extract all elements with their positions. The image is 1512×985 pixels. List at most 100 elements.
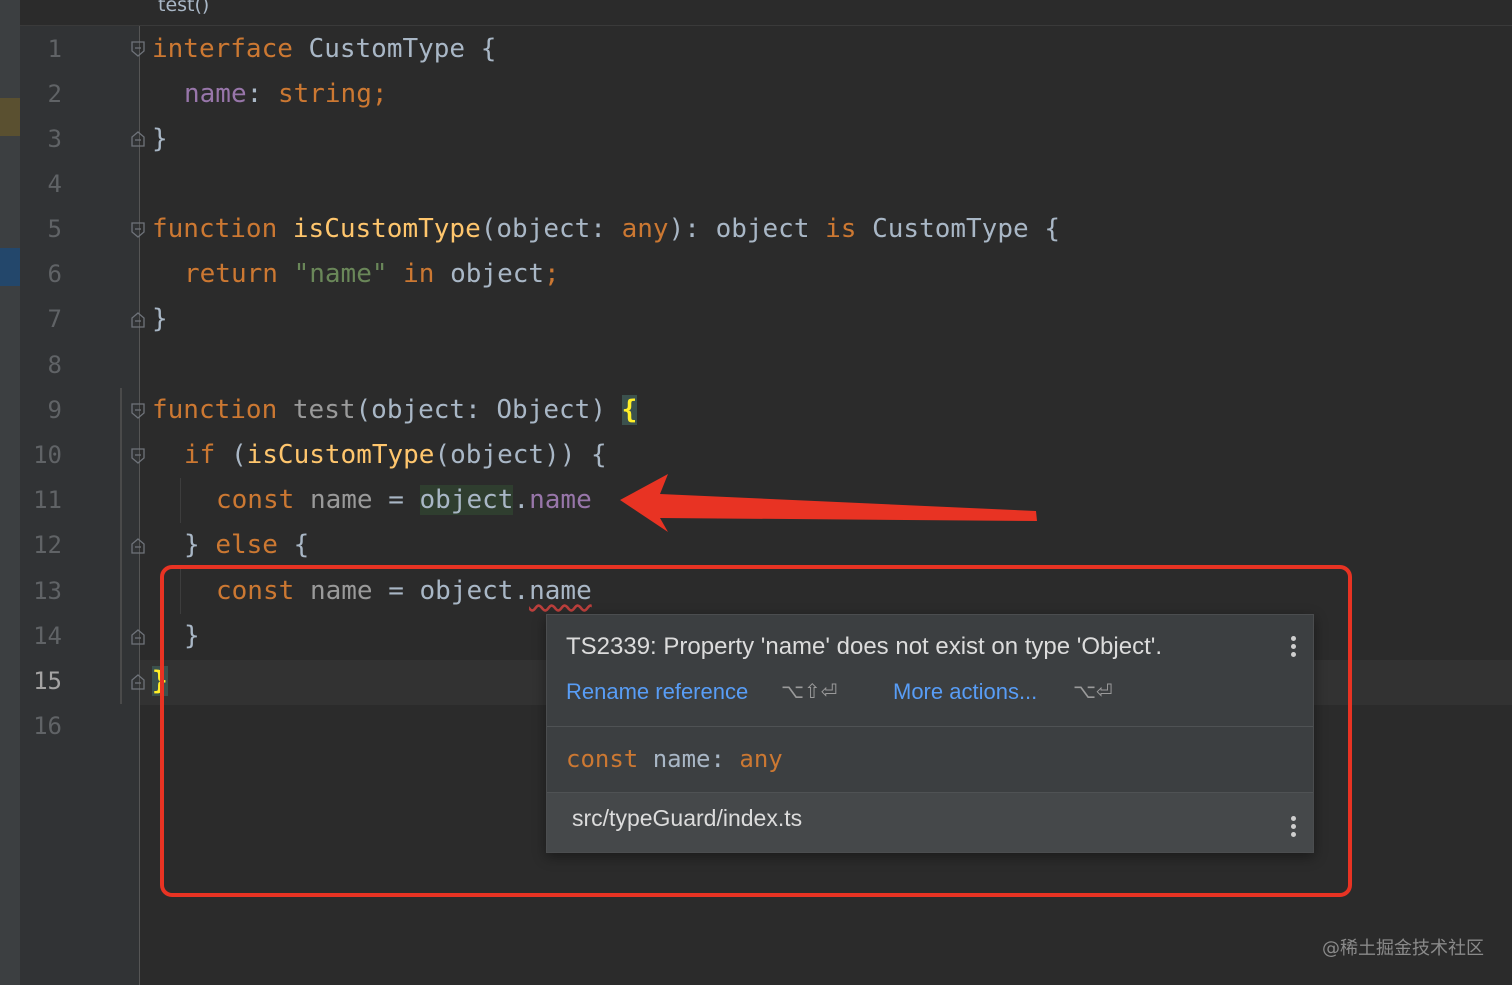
- type-keyword: string: [277, 79, 372, 109]
- indent-guide: [180, 478, 181, 523]
- line-number[interactable]: 12: [20, 523, 62, 568]
- fold-close-icon[interactable]: [131, 312, 145, 328]
- brace: }: [184, 530, 200, 560]
- params: (object:: [480, 214, 606, 244]
- fold-close-icon[interactable]: [131, 538, 145, 554]
- bracket-scope-guide: [120, 388, 122, 704]
- code-line-13[interactable]: const name = object.name: [216, 569, 592, 614]
- code-line-2[interactable]: name: string;: [184, 72, 388, 117]
- fold-close-icon[interactable]: [131, 674, 145, 690]
- line-number[interactable]: 9: [20, 388, 62, 433]
- semicolon: ;: [544, 259, 560, 289]
- identifier: object: [450, 259, 545, 289]
- keyword: if: [184, 440, 216, 470]
- strip-marker: [0, 248, 20, 286]
- call-args: (object)) {: [434, 440, 607, 470]
- type-name: CustomType: [308, 34, 466, 64]
- function-call: isCustomType: [246, 440, 435, 470]
- brace: {: [1044, 214, 1060, 244]
- line-number-current[interactable]: 15: [20, 659, 62, 704]
- rename-reference-link[interactable]: Rename reference: [566, 679, 748, 705]
- signature-name: name:: [652, 745, 725, 773]
- arrow-shape: [620, 474, 1037, 532]
- dot: .: [513, 576, 530, 606]
- file-path[interactable]: src/typeGuard/index.ts: [572, 805, 802, 832]
- indent-guide: [180, 569, 181, 614]
- keyword: const: [216, 576, 295, 606]
- fold-open-icon[interactable]: [131, 448, 145, 464]
- identifier-highlight: object: [419, 485, 514, 515]
- fold-open-icon[interactable]: [131, 222, 145, 238]
- fold-open-icon[interactable]: [131, 41, 145, 57]
- code-line-5[interactable]: function isCustomType(object: any): obje…: [152, 207, 1060, 252]
- line-number[interactable]: 13: [20, 569, 62, 614]
- line-number[interactable]: 7: [20, 297, 62, 342]
- line-number[interactable]: 4: [20, 162, 62, 207]
- keyword: is: [825, 214, 857, 244]
- operator: =: [388, 576, 404, 606]
- property: name: [529, 485, 592, 515]
- line-number[interactable]: 11: [20, 478, 62, 523]
- signature-keyword: const: [566, 745, 639, 773]
- variable: name: [309, 485, 373, 515]
- keyword: else: [215, 530, 278, 560]
- string-literal: "name": [293, 259, 388, 289]
- line-number[interactable]: 14: [20, 614, 62, 659]
- watermark: @稀土掘金技术社区: [1322, 938, 1484, 959]
- keyword: function: [152, 214, 278, 244]
- operator: =: [388, 485, 404, 515]
- line-number[interactable]: 8: [20, 343, 62, 388]
- code-line-9[interactable]: function test(object: Object) {: [152, 388, 638, 433]
- keyword: const: [216, 485, 295, 515]
- variable: name: [309, 576, 373, 606]
- function-name: test: [292, 395, 356, 425]
- more-actions-link[interactable]: More actions...: [893, 679, 1037, 705]
- code-line-6[interactable]: return "name" in object;: [184, 252, 560, 297]
- file-location-row: src/typeGuard/index.ts: [547, 793, 1313, 852]
- error-property[interactable]: name: [529, 576, 592, 606]
- brace: }: [152, 124, 168, 154]
- matched-brace: {: [621, 395, 638, 425]
- gutter-separator: [139, 26, 140, 985]
- code-line-15[interactable]: }: [152, 659, 168, 704]
- tool-window-strip: [0, 0, 20, 985]
- line-number[interactable]: 2: [20, 72, 62, 117]
- rename-shortcut: ⌥⇧⏎: [781, 679, 838, 703]
- line-number[interactable]: 1: [20, 27, 62, 72]
- code-line-1[interactable]: interface CustomType {: [152, 27, 496, 72]
- breadcrumb[interactable]: test(): [158, 0, 209, 16]
- paren: (: [230, 440, 247, 470]
- line-number[interactable]: 3: [20, 117, 62, 162]
- code-line-11[interactable]: const name = object.name: [216, 478, 592, 523]
- fold-open-icon[interactable]: [131, 403, 145, 419]
- code-line-12[interactable]: } else {: [184, 523, 309, 568]
- code-line-7[interactable]: }: [152, 297, 168, 342]
- error-tooltip[interactable]: TS2339: Property 'name' does not exist o…: [546, 614, 1314, 853]
- code-line-14[interactable]: }: [184, 614, 200, 659]
- line-number[interactable]: 6: [20, 252, 62, 297]
- line-number[interactable]: 5: [20, 207, 62, 252]
- fold-close-icon[interactable]: [131, 131, 145, 147]
- more-options-icon[interactable]: [1291, 813, 1297, 840]
- line-number[interactable]: 10: [20, 433, 62, 478]
- code-line-10[interactable]: if (isCustomType(object)) {: [184, 433, 607, 478]
- identifier: object: [419, 576, 514, 606]
- return-target: object: [715, 214, 810, 244]
- keyword: return: [184, 259, 278, 289]
- params: (object: Object): [355, 395, 606, 425]
- semicolon: ;: [371, 79, 388, 109]
- matched-brace: }: [152, 666, 168, 696]
- keyword: function: [152, 395, 278, 425]
- brace: {: [480, 34, 497, 64]
- more-options-icon[interactable]: [1291, 633, 1297, 660]
- line-number[interactable]: 16: [20, 704, 62, 749]
- more-actions-shortcut: ⌥⏎: [1073, 679, 1113, 703]
- signature-type: any: [739, 745, 783, 773]
- brace: {: [293, 530, 310, 560]
- function-name: isCustomType: [292, 214, 481, 244]
- error-message: TS2339: Property 'name' does not exist o…: [566, 633, 1162, 660]
- code-line-3[interactable]: }: [152, 117, 168, 162]
- type-keyword: any: [621, 214, 669, 244]
- fold-close-icon[interactable]: [131, 629, 145, 645]
- dot: .: [513, 485, 530, 515]
